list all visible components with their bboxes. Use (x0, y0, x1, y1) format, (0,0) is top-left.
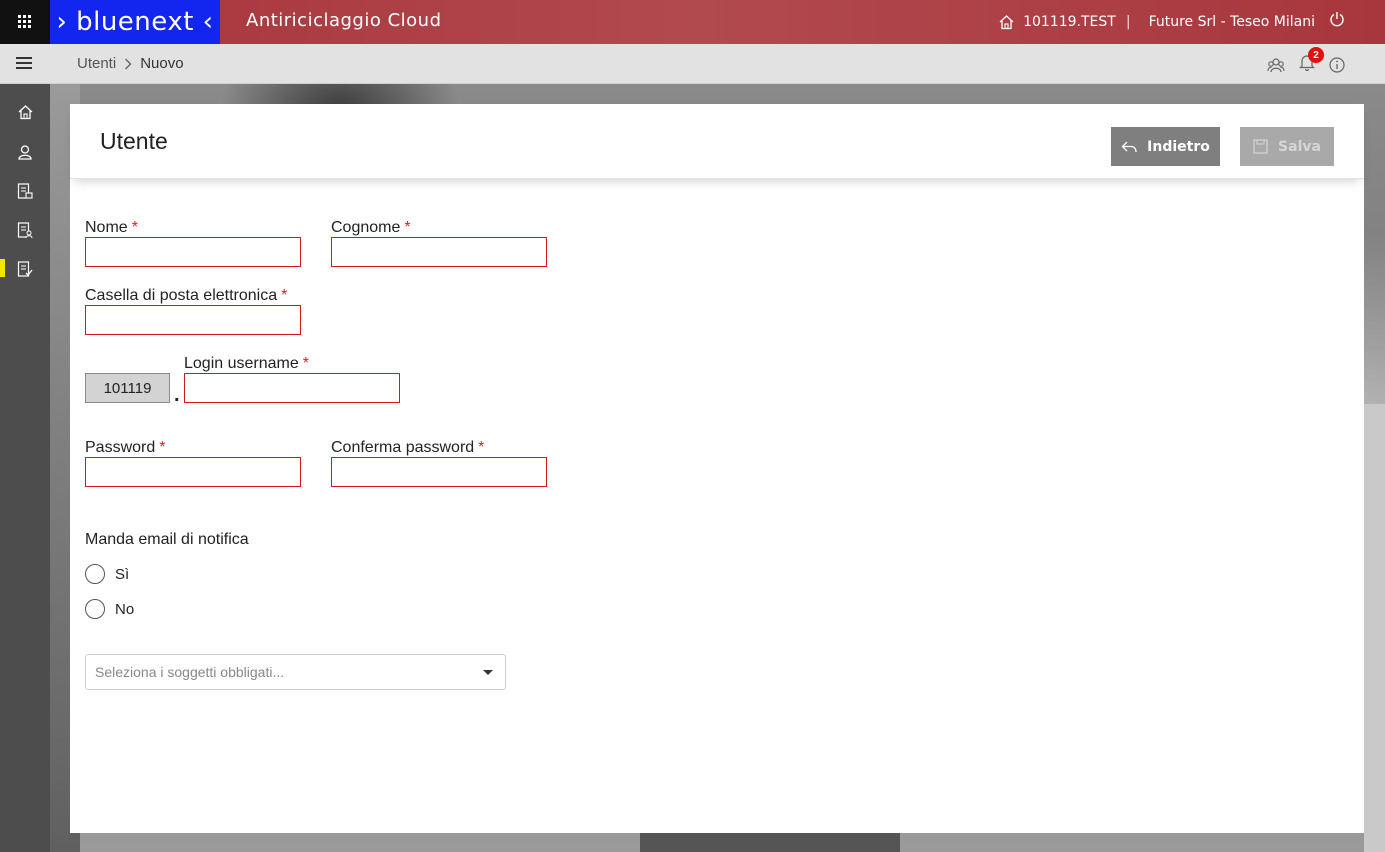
email-label: Casella di posta elettronica * (85, 287, 288, 304)
confirm-password-label: Conferma password * (331, 439, 485, 456)
notify-no-option[interactable]: No (85, 599, 134, 619)
cognome-label: Cognome * (331, 219, 411, 236)
sidebar-item-documents[interactable] (0, 171, 50, 211)
left-sidebar (0, 84, 50, 852)
radio-yes[interactable] (85, 564, 105, 584)
nome-label: Nome * (85, 219, 138, 236)
home-icon (18, 105, 32, 120)
sidebar-item-registry[interactable] (0, 210, 50, 250)
home-icon (999, 15, 1014, 30)
email-input[interactable] (85, 305, 301, 335)
document-edit-icon (17, 182, 33, 199)
required-mark: * (131, 219, 138, 236)
breadcrumb: Utenti Nuovo (77, 55, 184, 72)
required-mark: * (281, 287, 288, 304)
apps-grid-button[interactable] (0, 0, 50, 44)
users-group-icon[interactable] (1267, 56, 1285, 74)
notify-yes-option[interactable]: Sì (85, 564, 129, 584)
save-button[interactable]: Salva (1240, 127, 1334, 166)
login-label: Login username * (184, 355, 309, 372)
brand-logo[interactable]: › bluenext ‹ (50, 0, 220, 44)
apps-grid-icon (18, 15, 31, 28)
notification-badge: 2 (1308, 47, 1324, 63)
user-form-card: Utente Indietro Salva Nome * Cognome * Cas… (70, 104, 1364, 833)
back-button[interactable]: Indietro (1111, 127, 1220, 166)
login-separator: . (174, 384, 180, 406)
radio-no-label: No (115, 600, 135, 618)
page-title: Utente (100, 128, 168, 154)
power-icon[interactable] (1329, 11, 1345, 28)
top-right-info: 101119.TEST | Future Srl - Teseo Milani (998, 0, 1345, 44)
nome-input[interactable] (85, 237, 301, 267)
sidebar-item-home[interactable] (0, 92, 50, 132)
select-placeholder: Seleziona i soggetti obbligati... (95, 664, 285, 680)
back-arrow-icon (1121, 141, 1137, 152)
document-user-icon (17, 221, 33, 238)
card-header: Utente Indietro Salva (70, 104, 1364, 179)
caret-down-icon (483, 670, 493, 675)
cognome-input[interactable] (331, 237, 547, 267)
separator: | (1125, 14, 1131, 30)
radio-yes-label: Sì (115, 565, 130, 583)
confirm-password-input[interactable] (331, 457, 547, 487)
save-icon (1253, 139, 1268, 154)
back-button-label: Indietro (1147, 138, 1210, 155)
sidebar-item-users[interactable] (0, 132, 50, 172)
required-mark: * (302, 355, 309, 372)
required-mark: * (404, 219, 411, 236)
login-username-input[interactable] (184, 373, 400, 403)
notifications-button[interactable]: 2 (1299, 47, 1324, 76)
tenant-label[interactable]: 101119.TEST (1023, 14, 1116, 30)
sub-bar: Utenti Nuovo 2 (0, 44, 1385, 84)
app-title: Antiriciclaggio Cloud (246, 10, 442, 31)
breadcrumb-parent[interactable]: Utenti (77, 55, 116, 72)
password-label: Password * (85, 439, 166, 456)
notify-label: Manda email di notifica (85, 531, 249, 548)
top-bar: › bluenext ‹ Antiriciclaggio Cloud 10111… (0, 0, 1385, 44)
required-mark: * (159, 439, 166, 456)
menu-icon[interactable] (16, 57, 34, 70)
sidebar-item-checks[interactable] (0, 249, 50, 289)
radio-no[interactable] (85, 599, 105, 619)
breadcrumb-current: Nuovo (140, 55, 184, 72)
required-mark: * (478, 439, 485, 456)
document-check-icon (17, 260, 33, 277)
password-input[interactable] (85, 457, 301, 487)
login-prefix: 101119 (85, 373, 170, 403)
save-button-label: Salva (1278, 138, 1321, 155)
chevron-right-icon (125, 58, 132, 69)
info-icon[interactable] (1329, 56, 1345, 73)
user-label[interactable]: Future Srl - Teseo Milani (1149, 14, 1315, 30)
sub-bar-icons: 2 (1267, 47, 1345, 76)
user-icon (18, 145, 32, 160)
soggetti-obbligati-select[interactable]: Seleziona i soggetti obbligati... (85, 654, 506, 690)
